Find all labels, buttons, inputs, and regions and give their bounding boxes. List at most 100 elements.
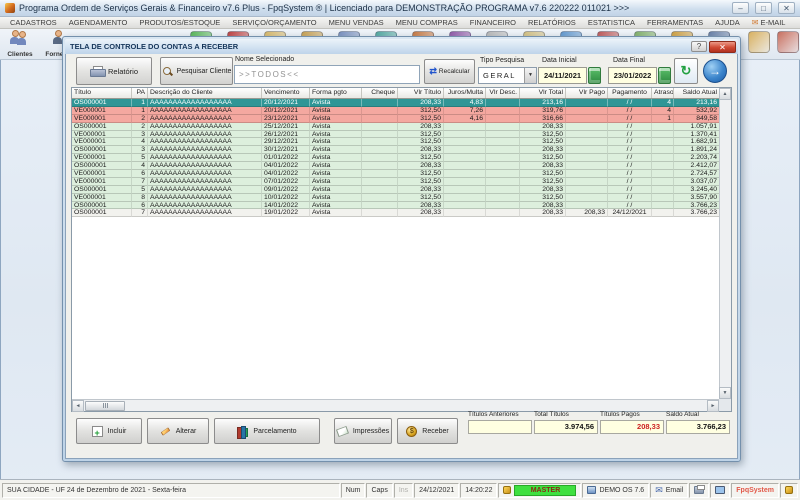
title-bar: Programa Ordem de Serviços Gerais & Fina… bbox=[0, 0, 800, 17]
column-header-forma[interactable]: Forma pgto bbox=[310, 88, 362, 98]
column-header-vlr_desc[interactable]: Vlr Desc. bbox=[486, 88, 520, 98]
scrollbar-thumb[interactable] bbox=[85, 401, 125, 411]
column-header-titulo[interactable]: Título bbox=[72, 88, 132, 98]
column-header-saldo[interactable]: Saldo Atual bbox=[674, 88, 720, 98]
menu-item-servico-orcamento[interactable]: SERVIÇO/ORÇAMENTO bbox=[226, 18, 322, 27]
column-header-vlr_total[interactable]: Vlr Total bbox=[520, 88, 566, 98]
scroll-down-icon[interactable]: ▼ bbox=[719, 387, 731, 399]
cell-pagamento: / / bbox=[608, 186, 652, 194]
column-header-cliente[interactable]: Descrição do Cliente bbox=[148, 88, 262, 98]
calendar-icon[interactable] bbox=[588, 67, 601, 84]
menu-item-ferramentas[interactable]: FERRAMENTAS bbox=[641, 18, 709, 27]
table-row[interactable]: OS0000012AAAAAAAAAAAAAAAAAA25/12/2021Avi… bbox=[72, 123, 719, 131]
cell-pagamento: / / bbox=[608, 202, 652, 210]
parcelamento-button[interactable]: Parcelamento bbox=[214, 418, 320, 444]
incluir-button[interactable]: Incluir bbox=[76, 418, 142, 444]
data-final-input[interactable]: 23/01/2022 bbox=[608, 67, 657, 84]
cell-pa: 3 bbox=[132, 131, 148, 139]
status-printer-button[interactable] bbox=[689, 483, 709, 498]
recalcular-button[interactable]: ⇄ Recalcular bbox=[424, 59, 475, 84]
table-row[interactable]: OS0000011AAAAAAAAAAAAAAAAAA20/12/2021Avi… bbox=[72, 99, 719, 107]
table-row[interactable]: VE0000012AAAAAAAAAAAAAAAAAA23/12/2021Avi… bbox=[72, 115, 719, 123]
column-header-atraso[interactable]: Atraso bbox=[652, 88, 674, 98]
cell-forma: Avista bbox=[310, 209, 362, 217]
cell-juros: 4,83 bbox=[444, 99, 486, 107]
toolbar-icon[interactable] bbox=[777, 31, 799, 53]
button-label: Receber bbox=[422, 428, 448, 435]
column-header-pa[interactable]: PA bbox=[132, 88, 148, 98]
data-inicial-input[interactable]: 24/11/2021 bbox=[538, 67, 587, 84]
menu-item-cadastros[interactable]: CADASTROS bbox=[4, 18, 63, 27]
menu-item-agendamento[interactable]: AGENDAMENTO bbox=[63, 18, 134, 27]
table-row[interactable]: VE0000014AAAAAAAAAAAAAAAAAA29/12/2021Avi… bbox=[72, 138, 719, 146]
scroll-up-icon[interactable]: ▲ bbox=[719, 88, 731, 100]
cell-cliente: AAAAAAAAAAAAAAAAAA bbox=[148, 123, 262, 131]
cell-pagamento: / / bbox=[608, 194, 652, 202]
table-row[interactable]: VE0000011AAAAAAAAAAAAAAAAAA20/12/2021Avi… bbox=[72, 107, 719, 115]
receber-button[interactable]: Receber bbox=[397, 418, 458, 444]
refresh-button[interactable]: ↻ bbox=[674, 58, 698, 84]
table-row[interactable]: VE0000018AAAAAAAAAAAAAAAAAA10/01/2022Avi… bbox=[72, 194, 719, 202]
menu-item-menu-vendas[interactable]: MENU VENDAS bbox=[323, 18, 390, 27]
table-row[interactable]: VE0000016AAAAAAAAAAAAAAAAAA04/01/2022Avi… bbox=[72, 170, 719, 178]
cell-pa: 2 bbox=[132, 115, 148, 123]
table-row[interactable]: VE0000013AAAAAAAAAAAAAAAAAA26/12/2021Avi… bbox=[72, 131, 719, 139]
column-header-vencimento[interactable]: Vencimento bbox=[262, 88, 310, 98]
exit-button[interactable]: → bbox=[703, 59, 727, 83]
column-header-pagamento[interactable]: Pagamento bbox=[608, 88, 652, 98]
menu-item-estatistica[interactable]: ESTATISTICA bbox=[582, 18, 641, 27]
status-email-label: Email bbox=[666, 487, 684, 494]
cell-saldo: 3.557,90 bbox=[674, 194, 719, 202]
menu-item-financeiro[interactable]: FINANCEIRO bbox=[464, 18, 522, 27]
email-icon: ✉ bbox=[655, 485, 663, 496]
menu-item-e-mail[interactable]: ✉E-MAIL bbox=[746, 18, 792, 27]
column-header-vlr_pago[interactable]: Vlr Pago bbox=[566, 88, 608, 98]
menu-item-label: MENU VENDAS bbox=[329, 18, 384, 27]
nome-selecionado-input[interactable]: >>TODOS<< bbox=[234, 65, 420, 84]
horizontal-scrollbar[interactable]: ◄ ► bbox=[72, 399, 719, 411]
table-row[interactable]: OS0000013AAAAAAAAAAAAAAAAAA30/12/2021Avi… bbox=[72, 146, 719, 154]
toolbar-icon[interactable] bbox=[748, 31, 770, 53]
relatorio-button[interactable]: Relatório bbox=[76, 57, 152, 85]
alterar-button[interactable]: Alterar bbox=[147, 418, 209, 444]
menu-item-produtos-estoque[interactable]: PRODUTOS/ESTOQUE bbox=[133, 18, 226, 27]
cell-pa: 7 bbox=[132, 178, 148, 186]
cell-vlr_titulo: 208,33 bbox=[398, 209, 444, 217]
table-row[interactable]: OS0000014AAAAAAAAAAAAAAAAAA04/01/2022Avi… bbox=[72, 162, 719, 170]
cell-cliente: AAAAAAAAAAAAAAAAAA bbox=[148, 162, 262, 170]
column-header-juros[interactable]: Juros/Multa bbox=[444, 88, 486, 98]
table-row[interactable]: OS0000017AAAAAAAAAAAAAAAAAA19/01/2022Avi… bbox=[72, 209, 719, 217]
status-monitor-button[interactable] bbox=[710, 483, 730, 498]
close-button[interactable]: ✕ bbox=[778, 2, 795, 14]
menu-item-menu-compras[interactable]: MENU COMPRAS bbox=[390, 18, 464, 27]
table-row[interactable]: OS0000015AAAAAAAAAAAAAAAAAA09/01/2022Avi… bbox=[72, 186, 719, 194]
menu-item-relatorios[interactable]: RELATÓRIOS bbox=[522, 18, 582, 27]
vertical-scrollbar[interactable]: ▲ ▼ bbox=[719, 88, 731, 399]
table-row[interactable]: VE0000017AAAAAAAAAAAAAAAAAA07/01/2022Avi… bbox=[72, 178, 719, 186]
cell-cliente: AAAAAAAAAAAAAAAAAA bbox=[148, 202, 262, 210]
column-header-vlr_titulo[interactable]: Vlr Título bbox=[398, 88, 444, 98]
toolbar-clientes-button[interactable]: Clientes bbox=[2, 30, 38, 58]
table-row[interactable]: OS0000016AAAAAAAAAAAAAAAAAA14/01/2022Avi… bbox=[72, 202, 719, 210]
pencil-icon bbox=[160, 427, 169, 435]
chevron-down-icon[interactable]: ▼ bbox=[524, 68, 536, 83]
table-row[interactable]: VE0000015AAAAAAAAAAAAAAAAAA01/01/2022Avi… bbox=[72, 154, 719, 162]
calendar-icon[interactable] bbox=[658, 67, 671, 84]
impressoes-button[interactable]: Impressões bbox=[334, 418, 392, 444]
menu-item-label: SERVIÇO/ORÇAMENTO bbox=[232, 18, 316, 27]
minimize-button[interactable]: – bbox=[732, 2, 749, 14]
help-button[interactable]: ? bbox=[691, 41, 707, 52]
column-header-cheque[interactable]: Cheque bbox=[362, 88, 398, 98]
scroll-right-icon[interactable]: ► bbox=[707, 400, 719, 412]
dialog-close-button[interactable]: ✕ bbox=[709, 41, 736, 53]
total-label: Total Títulos bbox=[534, 411, 598, 418]
tipo-pesquisa-select[interactable]: GERAL ▼ bbox=[478, 67, 537, 84]
cell-vlr_total: 208,33 bbox=[520, 202, 566, 210]
scroll-left-icon[interactable]: ◄ bbox=[72, 400, 84, 412]
menu-item-ajuda[interactable]: AJUDA bbox=[709, 18, 746, 27]
pesquisar-cliente-button[interactable]: Pesquisar Cliente bbox=[160, 57, 233, 85]
status-email-button[interactable]: ✉ Email bbox=[650, 483, 688, 498]
cell-vlr_desc bbox=[486, 146, 520, 154]
status-key-button[interactable] bbox=[780, 483, 798, 498]
maximize-button[interactable]: □ bbox=[755, 2, 772, 14]
